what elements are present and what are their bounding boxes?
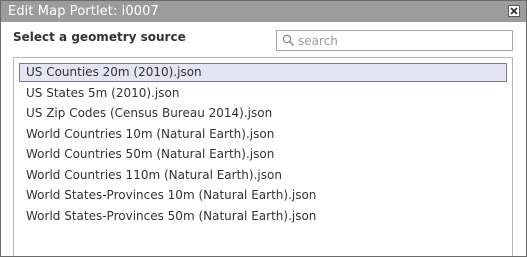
geometry-source-item[interactable]: World Countries 110m (Natural Earth).jso… <box>19 166 507 185</box>
geometry-source-item[interactable]: US States 5m (2010).json <box>19 84 507 103</box>
search-box[interactable] <box>276 30 513 51</box>
search-icon <box>282 34 295 47</box>
search-input[interactable] <box>298 32 508 49</box>
dialog-title: Edit Map Portlet: i0007 <box>8 4 159 19</box>
geometry-source-item[interactable]: World States-Provinces 10m (Natural Eart… <box>19 186 507 205</box>
close-icon <box>510 7 518 15</box>
dialog-titlebar[interactable]: Edit Map Portlet: i0007 <box>1 1 526 22</box>
geometry-source-item[interactable]: US Counties 20m (2010).json <box>19 63 507 82</box>
edit-map-portlet-dialog: Edit Map Portlet: i0007 Select a geometr… <box>0 0 527 257</box>
close-button[interactable] <box>508 5 520 17</box>
geometry-source-item[interactable]: World Countries 10m (Natural Earth).json <box>19 125 507 144</box>
dialog-body: Select a geometry source US Counties 20m… <box>1 22 526 256</box>
geometry-source-list[interactable]: US Counties 20m (2010).json US States 5m … <box>13 57 513 256</box>
geometry-source-item[interactable]: World States-Provinces 50m (Natural Eart… <box>19 207 507 226</box>
geometry-source-heading: Select a geometry source <box>13 30 186 44</box>
geometry-source-item[interactable]: World Countries 50m (Natural Earth).json <box>19 145 507 164</box>
geometry-source-item[interactable]: US Zip Codes (Census Bureau 2014).json <box>19 104 507 123</box>
